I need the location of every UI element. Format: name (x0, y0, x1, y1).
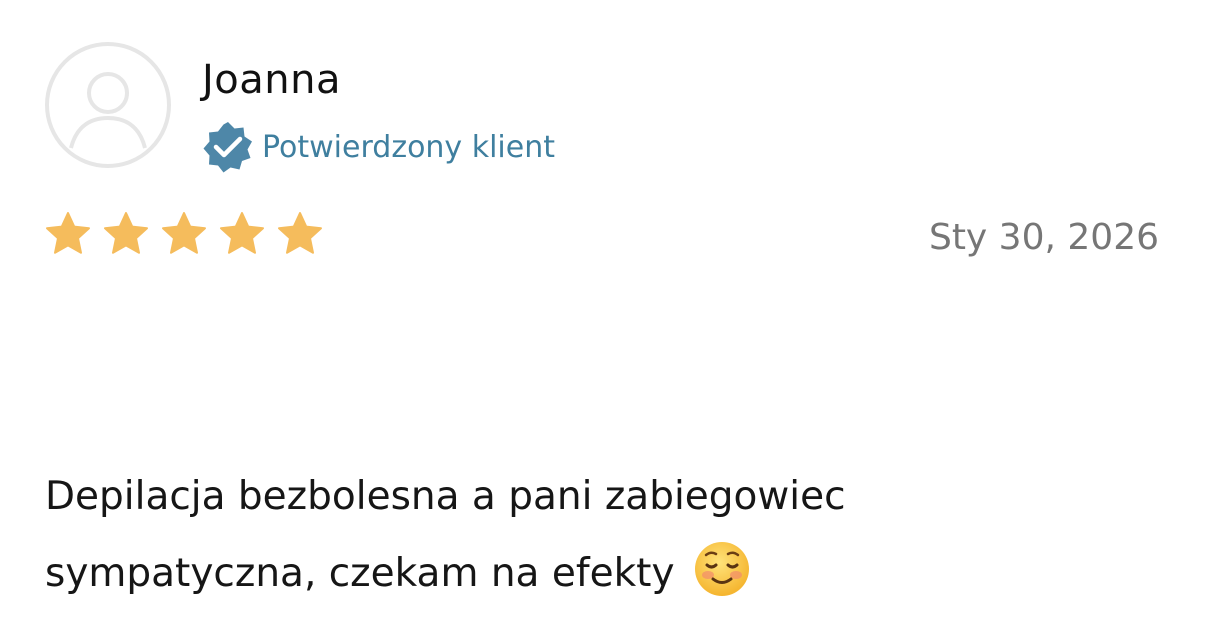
star-icon (220, 212, 264, 254)
reviewer-name: Joanna (202, 57, 341, 103)
smiling-face-emoji (694, 542, 749, 596)
review-text: Depilacja bezbolesna a pani zabiegowiec … (45, 458, 1045, 612)
star-icon (278, 212, 322, 254)
verified-label: Potwierdzony klient (262, 129, 555, 165)
review-date: Sty 30, 2026 (928, 217, 1159, 258)
user-avatar-icon (45, 42, 171, 168)
star-rating (44, 210, 324, 258)
star-icon (46, 212, 90, 254)
verified-customer-badge: Potwierdzony klient (200, 120, 555, 174)
verified-badge-icon (203, 122, 252, 173)
star-icon (104, 212, 148, 254)
star-icon (162, 212, 206, 254)
